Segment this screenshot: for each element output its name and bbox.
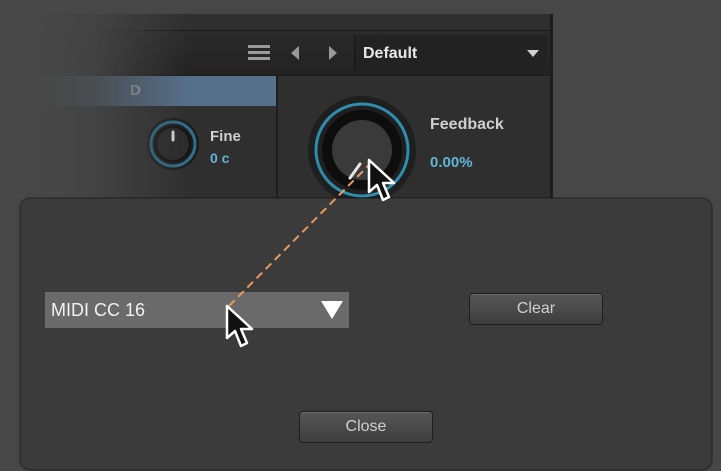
fine-knob[interactable] [145, 116, 201, 172]
arrow-right-icon[interactable] [325, 44, 341, 62]
section-header: D [40, 76, 276, 106]
caret-down-icon [321, 301, 343, 319]
midi-assign-dialog: MIDI CC 16 Clear Close [20, 198, 712, 470]
plugin-toolbar: Default [40, 30, 550, 76]
preset-name: Default [363, 45, 418, 62]
feedback-label: Feedback [430, 116, 504, 133]
feedback-knob[interactable] [306, 94, 418, 206]
midi-cc-dropdown[interactable]: MIDI CC 16 [45, 292, 349, 328]
caret-down-icon [527, 50, 539, 57]
arrow-left-icon[interactable] [287, 44, 303, 62]
fine-label: Fine [210, 128, 241, 145]
preset-selector[interactable]: Default [354, 35, 547, 71]
feedback-value: 0.00% [430, 154, 473, 171]
close-button[interactable]: Close [299, 411, 433, 443]
midi-cc-value: MIDI CC 16 [51, 300, 146, 320]
fine-value: 0 c [210, 150, 230, 166]
clear-button[interactable]: Clear [469, 293, 603, 325]
hamburger-menu-icon[interactable] [248, 45, 270, 61]
section-header-label: D [130, 82, 141, 99]
